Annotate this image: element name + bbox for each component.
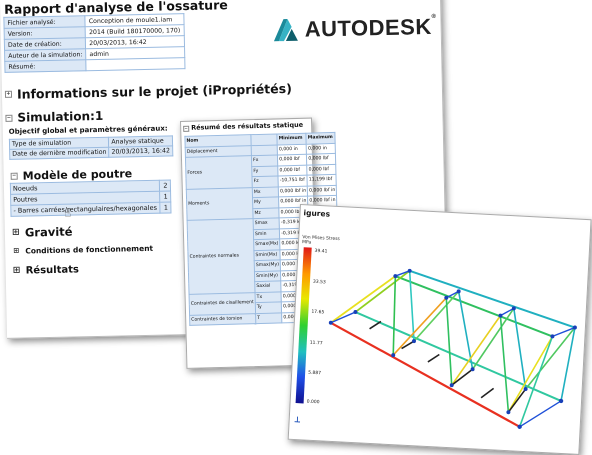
- section-simulation[interactable]: − Simulation:1: [5, 109, 103, 125]
- summary-title: − Résumé des résultats statique: [183, 121, 303, 132]
- component-cell: Saxial: [254, 280, 282, 293]
- component-cell: Smax(My): [254, 259, 281, 272]
- param-label: Date de dernière modification: [9, 147, 110, 160]
- component-cell: Tx: [255, 291, 282, 303]
- section-title: Conditions de fonctionnement: [25, 243, 154, 256]
- component-cell: Smin(Mx): [253, 249, 281, 261]
- section-operating-conditions[interactable]: ⊞ Conditions de fonctionnement: [12, 244, 153, 256]
- min-cell: 0,000 in: [277, 143, 307, 155]
- min-cell: 0,000 lbf in: [278, 185, 308, 197]
- group-label: Contraintes de torsion: [189, 313, 256, 326]
- component-cell: Mz: [252, 207, 280, 219]
- component-cell: Fz: [251, 175, 279, 188]
- group-label: Contraintes de cisaillement: [189, 292, 256, 315]
- model-value: 1: [159, 190, 171, 203]
- truss-stress-plot: [328, 268, 577, 430]
- collapse-icon[interactable]: −: [5, 114, 13, 122]
- autodesk-logo-icon: [273, 18, 298, 42]
- expand-icon[interactable]: +: [4, 90, 13, 98]
- table-row: Date de dernière modification 20/03/2013,…: [9, 145, 173, 160]
- collapse-icon[interactable]: −: [183, 125, 190, 132]
- group-label: Forces: [185, 155, 253, 189]
- report-meta-table: Fichier analysé: Conception de moule1.iam…: [3, 13, 185, 73]
- component-cell: Mx: [252, 186, 279, 198]
- collapse-icon[interactable]: −: [10, 172, 18, 180]
- meta-value: [86, 57, 185, 71]
- axis-triad-icon: ⟂: [294, 415, 301, 425]
- table-row[interactable]: - Barres carrées/rectangulaires/hexagona…: [10, 201, 171, 217]
- component-cell: T: [255, 312, 283, 324]
- component-cell: Smin: [253, 228, 280, 240]
- max-cell: 0,000 lbf: [306, 153, 337, 165]
- min-cell: 0,000 lbf: [277, 164, 308, 176]
- figures-panel: igures Von Mises Stress MPa 39.41 33.53 …: [287, 204, 592, 455]
- min-cell: -10,751 lbf: [278, 175, 308, 187]
- component-cell: Fx: [251, 154, 278, 167]
- section-gravity[interactable]: ⊞ Gravité: [11, 224, 73, 240]
- section-title: Informations sur le projet (iPropriétés): [16, 80, 292, 102]
- section-title: Simulation:1: [17, 108, 104, 125]
- autodesk-logo: AUTODESK®: [272, 14, 436, 43]
- logo-wordmark: AUTODESK: [304, 13, 432, 42]
- col-header-maximum: Maximum: [306, 132, 336, 144]
- section-project-info[interactable]: + Informations sur le projet (iPropriété…: [4, 80, 292, 102]
- beam-model-table: Noeuds 2 Poutres 1 - Barres carrées/rectan…: [10, 179, 171, 217]
- group-label: Moments: [186, 187, 254, 221]
- component-cell: Smax: [253, 217, 280, 230]
- expand-icon[interactable]: ⊞: [11, 227, 20, 237]
- hand-cursor-icon: ☝: [64, 206, 72, 220]
- model-value: 2: [158, 179, 171, 192]
- simulation-params-table: Type de simulation Analyse statique Date …: [9, 135, 173, 160]
- summary-title-text: Résumé des résultats statique: [191, 120, 304, 132]
- meta-label: Résumé:: [4, 59, 87, 73]
- max-cell: 0,000 in: [306, 142, 336, 155]
- section-title: Gravité: [24, 224, 73, 240]
- autodesk-logo-text: AUTODESK®: [304, 14, 436, 43]
- min-cell: 0,000 lbf: [277, 154, 307, 166]
- model-value: 1: [159, 201, 171, 214]
- col-header-minimum: Minimum: [277, 133, 307, 145]
- component-cell: Smin(My): [254, 270, 281, 282]
- component-cell: Ty: [255, 301, 282, 314]
- component-cell: My: [252, 196, 279, 209]
- max-cell: 0,000 lbf in: [307, 184, 337, 197]
- expand-icon[interactable]: ⊞: [12, 266, 21, 276]
- logo-registered-mark: ®: [431, 13, 437, 20]
- objective-heading: Objectif global et paramètres généraux:: [8, 124, 168, 136]
- component-cell: Fy: [251, 165, 279, 177]
- group-label: Contraintes normales: [187, 218, 256, 294]
- section-results[interactable]: ⊞ Résultats: [12, 264, 80, 277]
- component-cell: Smax(Mx): [253, 238, 281, 251]
- max-cell: 0,000 lbf: [306, 163, 337, 176]
- model-label[interactable]: - Barres carrées/rectangulaires/hexagona…: [10, 202, 160, 217]
- table-row: Résumé:: [4, 57, 185, 73]
- param-value: 20/03/2013, 16:42: [108, 145, 173, 158]
- section-title: Résultats: [25, 264, 80, 277]
- max-cell: 11,199 lbf: [307, 174, 337, 186]
- col-header-component: [250, 133, 278, 146]
- expand-icon[interactable]: ⊞: [12, 247, 21, 255]
- component-cell: [251, 144, 278, 156]
